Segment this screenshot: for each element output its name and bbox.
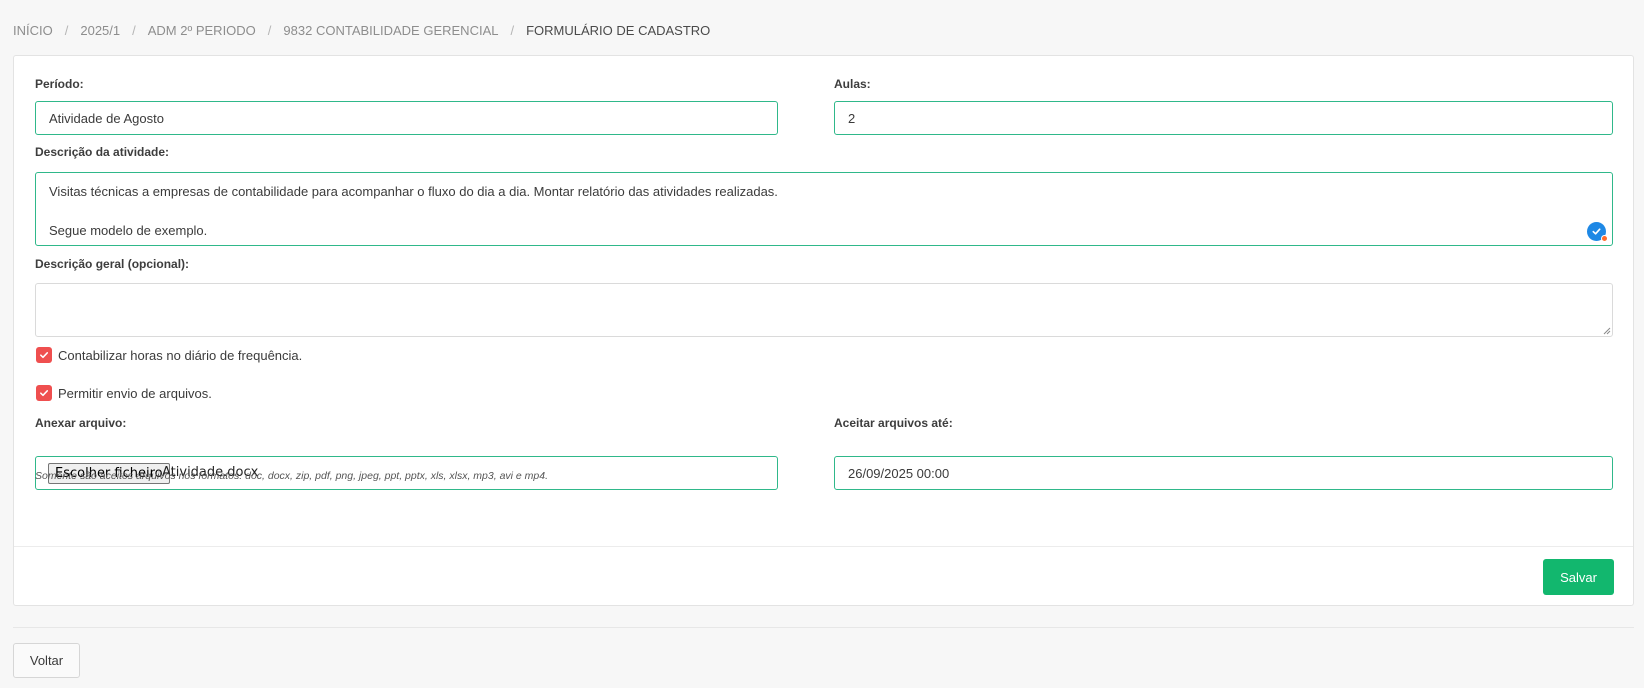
form-footer: Salvar: [14, 546, 1633, 606]
grammar-alert-dot: [1601, 235, 1608, 242]
descricao-atividade-line: [49, 202, 1599, 222]
breadcrumb-item-inicio[interactable]: INÍCIO: [13, 23, 53, 38]
contabilizar-horas-checkbox[interactable]: Contabilizar horas no diário de frequênc…: [36, 347, 302, 363]
aulas-input[interactable]: 2: [834, 101, 1613, 135]
periodo-input[interactable]: Atividade de Agosto: [35, 101, 778, 135]
breadcrumb-item-semester[interactable]: 2025/1: [80, 23, 120, 38]
periodo-value: Atividade de Agosto: [49, 110, 164, 126]
anexar-arquivo-label: Anexar arquivo:: [35, 416, 127, 430]
breadcrumb: INÍCIO / 2025/1 / ADM 2º PERIODO / 9832 …: [13, 20, 710, 40]
breadcrumb-separator: /: [267, 22, 272, 38]
descricao-atividade-line: Segue modelo de exemplo.: [49, 223, 208, 238]
section-divider: [13, 627, 1634, 628]
descricao-atividade-textarea[interactable]: Visitas técnicas a empresas de contabili…: [35, 172, 1613, 246]
breadcrumb-item-current: FORMULÁRIO DE CADASTRO: [526, 22, 711, 38]
breadcrumb-separator: /: [132, 22, 136, 38]
breadcrumb-separator: /: [510, 22, 515, 38]
aceitar-ate-label: Aceitar arquivos até:: [834, 416, 953, 430]
permitir-envio-label: Permitir envio de arquivos.: [58, 385, 212, 401]
check-icon: [36, 385, 52, 401]
save-button[interactable]: Salvar: [1543, 559, 1614, 595]
permitir-envio-checkbox[interactable]: Permitir envio de arquivos.: [36, 385, 212, 401]
form-card: Período: Atividade de Agosto Aulas: 2 De…: [13, 55, 1634, 606]
aceitar-ate-input[interactable]: 26/09/2025 00:00: [834, 456, 1613, 490]
descricao-atividade-label: Descrição da atividade:: [35, 145, 170, 159]
periodo-label: Período:: [35, 77, 84, 91]
aceitar-ate-value: 26/09/2025 00:00: [848, 465, 950, 481]
contabilizar-horas-label: Contabilizar horas no diário de frequênc…: [58, 347, 303, 363]
breadcrumb-separator: /: [64, 22, 69, 38]
descricao-geral-textarea[interactable]: [35, 283, 1613, 337]
breadcrumb-item-class[interactable]: ADM 2º PERIODO: [148, 23, 256, 38]
aulas-value: 2: [848, 110, 856, 126]
grammar-check-icon[interactable]: [1587, 222, 1608, 242]
check-icon: [36, 347, 52, 363]
back-button[interactable]: Voltar: [13, 643, 80, 678]
breadcrumb-item-course[interactable]: 9832 CONTABILIDADE GERENCIAL: [283, 23, 498, 38]
descricao-atividade-line: Visitas técnicas a empresas de contabili…: [49, 184, 778, 199]
aulas-label: Aulas:: [834, 77, 871, 91]
descricao-geral-value: [49, 293, 1599, 313]
file-format-help: Somente são aceitos arquivos nos formato…: [35, 470, 549, 482]
resize-handle-icon[interactable]: [1602, 326, 1611, 335]
descricao-geral-label: Descrição geral (opcional):: [35, 257, 190, 271]
